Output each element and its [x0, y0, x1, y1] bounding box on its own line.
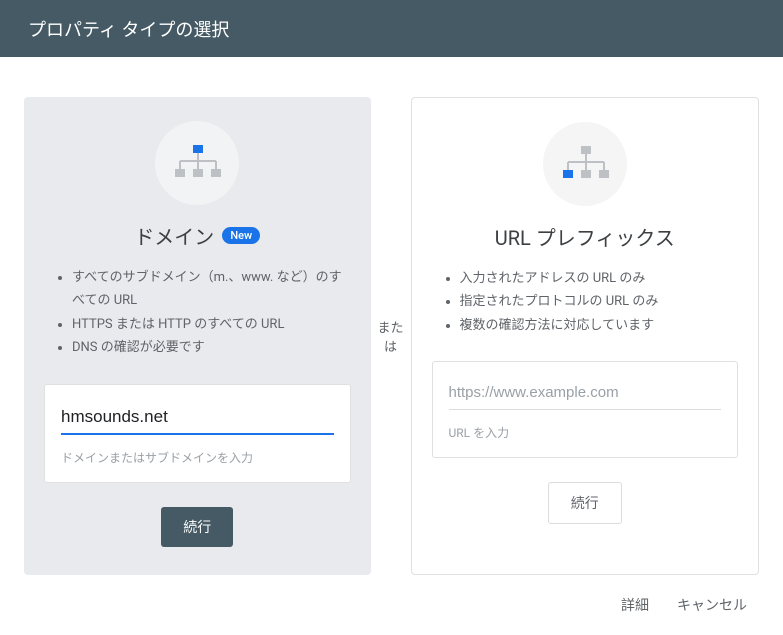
- domain-continue-button[interactable]: 続行: [161, 507, 233, 547]
- new-badge: New: [222, 227, 260, 244]
- urlprefix-input-box: URL を入力: [432, 361, 739, 458]
- list-item: DNS の確認が必要です: [72, 336, 351, 359]
- card-urlprefix-bullets: 入力されたアドレスの URL のみ 指定されたプロトコルの URL のみ 複数の…: [432, 267, 739, 337]
- dialog-content: ドメイン New すべてのサブドメイン（m.、www. など）のすべての URL…: [0, 57, 783, 575]
- urlprefix-continue-button[interactable]: 続行: [548, 482, 622, 524]
- details-link[interactable]: 詳細: [621, 595, 649, 615]
- card-domain-title-row: ドメイン New: [134, 221, 260, 250]
- domain-input[interactable]: [61, 403, 334, 435]
- card-domain[interactable]: ドメイン New すべてのサブドメイン（m.、www. など）のすべての URL…: [24, 97, 371, 575]
- domain-input-box: ドメインまたはサブドメインを入力: [44, 384, 351, 483]
- card-domain-title: ドメイン: [134, 221, 214, 250]
- urlprefix-input-helper: URL を入力: [449, 424, 722, 441]
- dialog-footer: 詳細 キャンセル: [0, 575, 783, 635]
- or-divider: または: [371, 97, 411, 575]
- dialog-title: プロパティ タイプの選択: [28, 16, 229, 42]
- list-item: 複数の確認方法に対応しています: [460, 314, 739, 337]
- sitemap-urlprefix-icon: [561, 144, 609, 184]
- domain-icon-circle: [155, 121, 239, 205]
- card-url-prefix[interactable]: URL プレフィックス 入力されたアドレスの URL のみ 指定されたプロトコル…: [411, 97, 760, 575]
- card-domain-bullets: すべてのサブドメイン（m.、www. など）のすべての URL HTTPS また…: [44, 266, 351, 360]
- urlprefix-input[interactable]: [449, 380, 722, 410]
- card-urlprefix-title-row: URL プレフィックス: [495, 222, 675, 251]
- domain-input-helper: ドメインまたはサブドメインを入力: [61, 449, 334, 466]
- list-item: 入力されたアドレスの URL のみ: [460, 267, 739, 290]
- sitemap-domain-icon: [173, 143, 221, 183]
- list-item: HTTPS または HTTP のすべての URL: [72, 313, 351, 336]
- list-item: 指定されたプロトコルの URL のみ: [460, 290, 739, 313]
- dialog-header: プロパティ タイプの選択: [0, 0, 783, 57]
- urlprefix-icon-circle: [543, 122, 627, 206]
- list-item: すべてのサブドメイン（m.、www. など）のすべての URL: [72, 266, 351, 313]
- card-urlprefix-title: URL プレフィックス: [495, 222, 675, 251]
- cancel-button[interactable]: キャンセル: [677, 595, 747, 615]
